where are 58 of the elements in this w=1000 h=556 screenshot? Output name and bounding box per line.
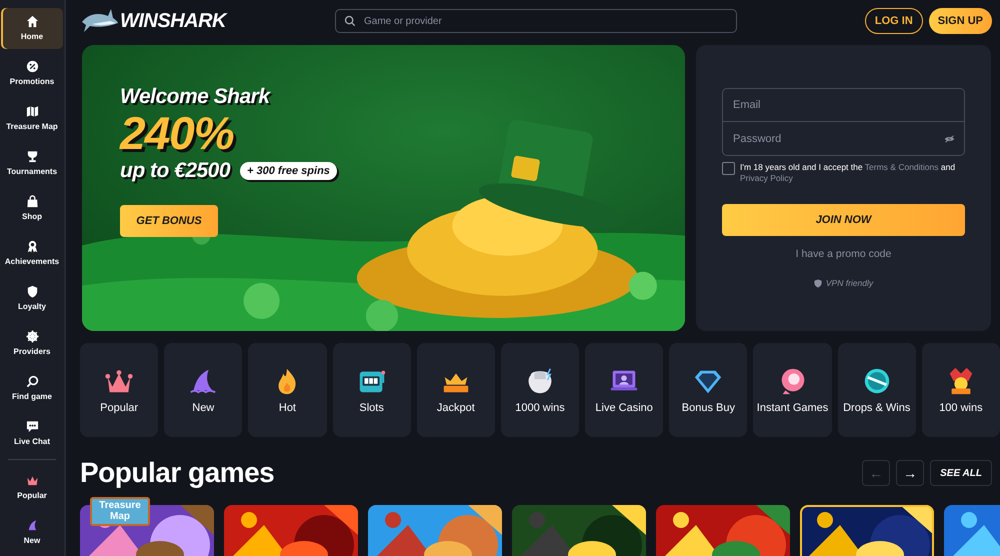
sidebar-item[interactable]: Live Chat bbox=[1, 412, 63, 454]
section-title: Popular games bbox=[80, 457, 274, 489]
consent-text: I'm 18 years old and I accept the Terms & Conditions and Privacy Policy bbox=[740, 162, 956, 184]
gear-icon bbox=[26, 330, 38, 343]
medal-icon bbox=[26, 240, 38, 254]
age-checkbox[interactable] bbox=[722, 162, 735, 175]
password-field[interactable]: Password bbox=[722, 122, 965, 156]
sidebar-item[interactable]: Loyalty bbox=[1, 278, 63, 318]
privacy-link[interactable]: Privacy Policy bbox=[740, 173, 793, 184]
next-button[interactable]: → bbox=[896, 460, 924, 486]
sidebar-item[interactable]: Find game bbox=[1, 367, 63, 408]
hero-title: Welcome Shark bbox=[120, 85, 270, 109]
category-tile[interactable]: Instant Games bbox=[753, 343, 832, 437]
terms-link[interactable]: Terms & Conditions bbox=[864, 162, 938, 172]
category-tile[interactable]: New bbox=[164, 343, 242, 437]
category-tile[interactable]: Slots bbox=[332, 343, 411, 437]
category-tile[interactable]: 100 wins bbox=[922, 343, 1000, 437]
game-badge: Treasure Map bbox=[90, 497, 150, 526]
logo-text: WINSHARK bbox=[120, 10, 226, 32]
sidebar-item[interactable]: Popular bbox=[1, 466, 63, 508]
sidebar-item[interactable]: Home bbox=[1, 8, 63, 49]
search-icon bbox=[26, 374, 38, 388]
category-tile[interactable]: Popular bbox=[80, 343, 158, 437]
shield-icon bbox=[26, 284, 38, 298]
sidebar-item[interactable]: Tournaments bbox=[1, 142, 63, 184]
signup-button[interactable]: SIGN UP bbox=[928, 8, 992, 34]
bonus-percent: 240% bbox=[120, 109, 234, 158]
sidebar-item[interactable]: Providers bbox=[1, 322, 63, 364]
eye-off-icon[interactable] bbox=[944, 135, 955, 143]
get-bonus-button[interactable]: GET BONUS bbox=[120, 205, 218, 238]
login-button[interactable]: LOG IN bbox=[864, 8, 923, 34]
see-all-button[interactable]: SEE ALL bbox=[930, 460, 992, 486]
vpn-note: VPN friendly bbox=[826, 278, 874, 288]
search-icon bbox=[344, 15, 356, 27]
category-tile[interactable]: Hot bbox=[248, 343, 327, 437]
shield-icon bbox=[814, 278, 822, 288]
email-field[interactable]: Email bbox=[722, 88, 965, 122]
chat-icon bbox=[26, 420, 38, 433]
join-now-button[interactable]: JOIN NOW bbox=[722, 204, 965, 236]
category-tile[interactable]: 1000 wins bbox=[500, 343, 580, 437]
category-tile[interactable]: Live Casino bbox=[585, 343, 664, 437]
bonus-amount: up to €2500 bbox=[120, 159, 230, 184]
trophy-icon bbox=[26, 150, 38, 164]
free-spins-badge: + 300 free spins bbox=[240, 162, 337, 180]
category-tile[interactable]: Drops & Wins bbox=[838, 343, 916, 437]
sidebar-item[interactable]: Shop bbox=[1, 188, 63, 229]
category-tile[interactable]: Bonus Buy bbox=[669, 343, 748, 437]
map-icon bbox=[26, 105, 38, 118]
sidebar-item[interactable]: Achievements bbox=[1, 232, 63, 274]
percent-icon bbox=[26, 60, 38, 74]
sidebar-item[interactable]: Promotions bbox=[1, 52, 63, 94]
sidebar-item[interactable]: Treasure Map bbox=[1, 98, 63, 139]
home-icon bbox=[26, 15, 38, 28]
search-field[interactable]: Game or provider bbox=[335, 9, 737, 33]
sidebar-item[interactable]: New bbox=[1, 511, 63, 552]
bag-icon bbox=[26, 195, 38, 208]
promo-code-link[interactable]: I have a promo code bbox=[796, 248, 892, 260]
category-tile[interactable]: Jackpot bbox=[416, 343, 495, 437]
